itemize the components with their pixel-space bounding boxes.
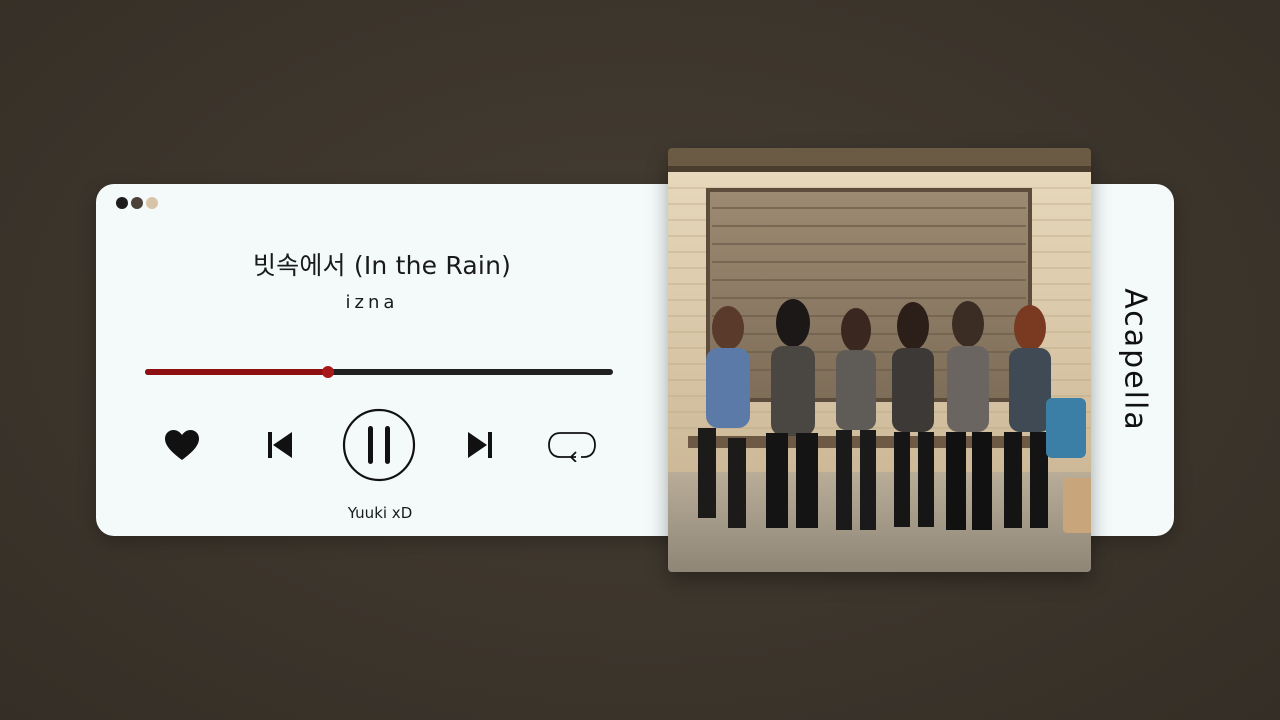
artist-name: izna xyxy=(345,292,399,313)
previous-button[interactable] xyxy=(262,428,298,462)
repeat-icon xyxy=(548,432,596,462)
like-button[interactable] xyxy=(163,428,201,462)
progress-fill xyxy=(145,369,328,375)
album-cover-photo xyxy=(668,148,1091,572)
credit-text: Yuuki xD xyxy=(347,504,413,522)
window-dots xyxy=(116,197,158,209)
window-dot-maximize[interactable] xyxy=(146,197,158,209)
skip-previous-icon xyxy=(268,432,292,458)
song-title: 빗속에서 (In the Rain) xyxy=(252,251,512,280)
pause-icon xyxy=(342,408,416,482)
next-button[interactable] xyxy=(462,428,498,462)
skip-next-icon xyxy=(468,432,492,458)
progress-handle[interactable] xyxy=(321,366,334,378)
window-dot-close[interactable] xyxy=(116,197,128,209)
play-pause-button[interactable] xyxy=(342,408,416,482)
heart-icon xyxy=(165,430,199,460)
repeat-button[interactable] xyxy=(546,428,598,462)
side-label: Acapella xyxy=(1117,288,1153,432)
window-dot-minimize[interactable] xyxy=(131,197,143,209)
progress-bar[interactable] xyxy=(145,366,613,378)
album-cover xyxy=(668,148,1091,572)
